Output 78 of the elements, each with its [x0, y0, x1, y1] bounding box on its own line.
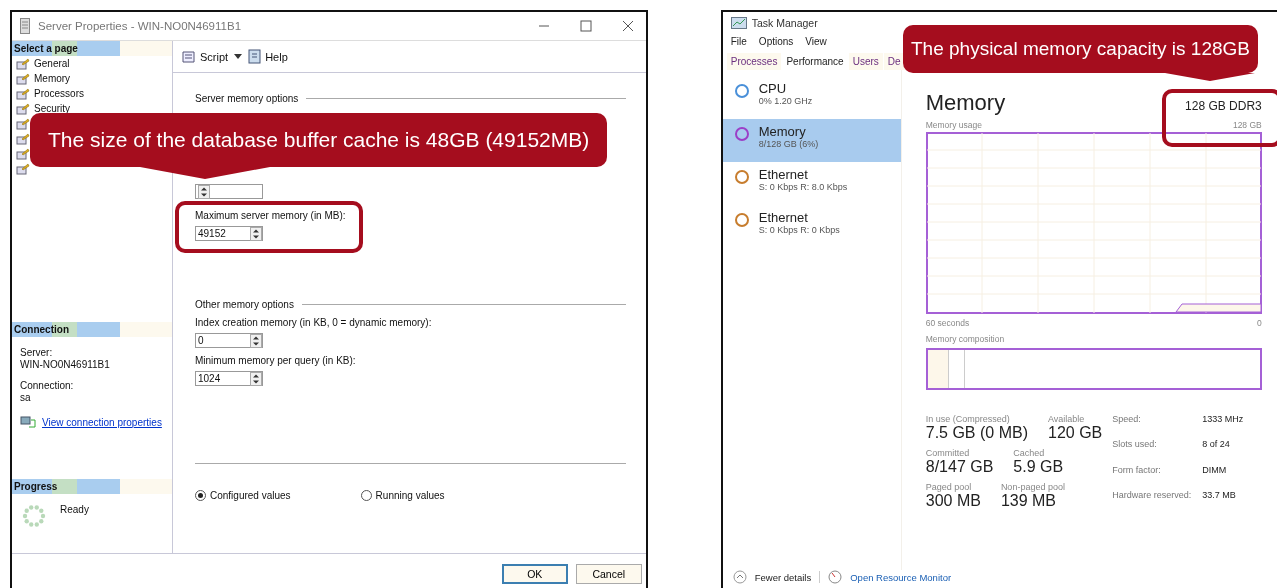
- stat-value: 5.9 GB: [1013, 458, 1064, 476]
- device-name: Ethernet: [758, 210, 809, 225]
- group-heading: Other memory options: [195, 299, 294, 310]
- progress-status: Ready: [60, 504, 89, 517]
- spec-value: 8 of 24: [1202, 439, 1231, 452]
- menu-item[interactable]: View: [805, 36, 827, 47]
- tab[interactable]: Processes: [726, 53, 782, 70]
- axis-label: 0: [1257, 318, 1262, 328]
- stat-value: 8/147 GB: [925, 458, 994, 476]
- section-header: Progress: [12, 479, 120, 494]
- radio-label[interactable]: Configured values: [210, 490, 291, 501]
- stat-value: 139 MB: [1000, 492, 1057, 510]
- spec-value: DIMM: [1202, 464, 1228, 477]
- page-item[interactable]: General: [12, 56, 172, 71]
- stat-value: 300 MB: [925, 492, 981, 510]
- stat-value: 7.5 GB (0 MB): [925, 424, 1028, 442]
- spin-field[interactable]: 49152: [195, 226, 263, 241]
- menu-item[interactable]: File: [730, 36, 747, 47]
- device-detail: 8/128 GB (6%): [758, 139, 819, 149]
- spec-label: Form factor:: [1112, 464, 1162, 477]
- field-label: Index creation memory (in KB, 0 = dynamic memory):: [195, 317, 433, 328]
- script-button[interactable]: Script: [181, 49, 229, 64]
- device-detail: S: 0 Kbps R: 0 Kbps: [758, 225, 840, 235]
- memory-capacity: 128 GB DDR3: [1185, 99, 1262, 113]
- dialog-button[interactable]: Cancel: [575, 564, 642, 584]
- callout: The physical memory capacity is 128GB: [903, 25, 1258, 81]
- menu-item[interactable]: Options: [758, 36, 794, 47]
- device-detail: 0% 1.20 GHz: [758, 96, 813, 106]
- spin-field[interactable]: 1024: [195, 371, 263, 386]
- page-item[interactable]: Security: [12, 101, 172, 116]
- stat-label: Committed: [925, 448, 971, 458]
- fewer-details-link[interactable]: Fewer details: [754, 571, 812, 583]
- chart-max: 128 GB: [1232, 120, 1262, 130]
- spec-value: 33.7 MB: [1202, 489, 1237, 502]
- radio-label[interactable]: Running values: [375, 490, 445, 501]
- tab[interactable]: De: [883, 53, 905, 70]
- window-title: Task Manager: [751, 17, 818, 29]
- spec-value: 1333 MHz: [1202, 414, 1244, 426]
- axis-label: 60 seconds: [925, 318, 970, 328]
- window-title: Server Properties - WIN-NO0N46911B1: [38, 20, 243, 32]
- page-item[interactable]: Memory: [12, 71, 172, 86]
- callout: The size of the database buffer cache is 48GB (49152MB): [30, 113, 608, 179]
- spec-label: Hardware reserved:: [1112, 489, 1193, 502]
- stat-label: Cached: [1013, 448, 1046, 458]
- tab[interactable]: Users: [848, 53, 883, 70]
- stat-label: Paged pool: [925, 482, 973, 492]
- connection-value: sa: [20, 392, 32, 404]
- dialog-button[interactable]: OK: [501, 564, 568, 584]
- device-name: CPU: [758, 81, 788, 96]
- stat-label: In use (Compressed): [925, 414, 1011, 424]
- chart-label: Memory usage: [925, 120, 982, 130]
- stat-label: Available: [1048, 414, 1086, 424]
- spec-label: Slots used:: [1112, 439, 1158, 452]
- device-item[interactable]: Ethernet S: 0 Kbps R: 0 Kbps: [722, 205, 901, 248]
- device-detail: S: 0 Kbps R: 8.0 Kbps: [758, 182, 848, 192]
- field-label: Maximum server memory (in MB):: [195, 210, 347, 221]
- spin-field[interactable]: 0: [195, 333, 263, 348]
- group-heading: Server memory options: [195, 93, 299, 104]
- server-label: Server:: [20, 347, 54, 359]
- section-header: Connection: [12, 322, 120, 337]
- section-title: Memory: [925, 90, 1006, 116]
- help-button[interactable]: Help: [248, 49, 288, 64]
- device-name: Ethernet: [758, 167, 809, 182]
- spec-label: Speed:: [1112, 414, 1142, 426]
- chart-label: Memory composition: [925, 334, 1005, 344]
- device-item[interactable]: CPU 0% 1.20 GHz: [722, 76, 901, 119]
- connection-label: Connection:: [20, 380, 75, 392]
- server-value: WIN-NO0N46911B1: [20, 359, 111, 371]
- section-header: Select a page: [12, 41, 120, 56]
- stat-label: Non-paged pool: [1000, 482, 1065, 492]
- page-item[interactable]: Processors: [12, 86, 172, 101]
- device-item[interactable]: Ethernet S: 0 Kbps R: 8.0 Kbps: [722, 162, 901, 205]
- field-label: Minimum memory per query (in KB):: [195, 355, 357, 366]
- connection-properties-link[interactable]: View connection properties: [42, 416, 162, 429]
- resource-monitor-link[interactable]: Open Resource Monitor: [850, 571, 952, 583]
- stat-value: 120 GB: [1048, 424, 1103, 442]
- device-name: Memory: [758, 124, 807, 139]
- device-item[interactable]: Memory 8/128 GB (6%): [722, 119, 901, 162]
